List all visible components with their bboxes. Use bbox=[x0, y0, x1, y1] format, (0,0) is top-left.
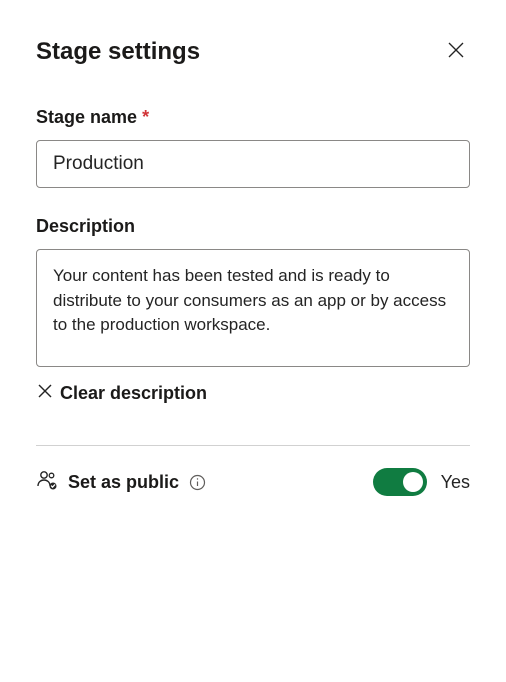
close-icon bbox=[446, 40, 466, 63]
toggle-knob bbox=[403, 472, 423, 492]
clear-description-label: Clear description bbox=[60, 383, 207, 404]
description-textarea[interactable]: Your content has been tested and is read… bbox=[36, 249, 470, 367]
clear-description-button[interactable]: Clear description bbox=[36, 382, 207, 405]
close-icon bbox=[36, 382, 54, 405]
people-icon bbox=[36, 469, 58, 496]
close-button[interactable] bbox=[442, 36, 470, 67]
panel-title: Stage settings bbox=[36, 38, 200, 66]
toggle-value-label: Yes bbox=[441, 472, 470, 493]
set-as-public-toggle[interactable] bbox=[373, 468, 427, 496]
section-divider bbox=[36, 445, 470, 446]
stage-name-label: Stage name * bbox=[36, 107, 470, 128]
stage-name-label-text: Stage name bbox=[36, 107, 137, 127]
description-label: Description bbox=[36, 216, 470, 237]
required-marker: * bbox=[142, 107, 149, 127]
info-icon[interactable] bbox=[189, 474, 206, 491]
stage-name-input[interactable] bbox=[36, 140, 470, 188]
set-as-public-label: Set as public bbox=[68, 472, 179, 493]
